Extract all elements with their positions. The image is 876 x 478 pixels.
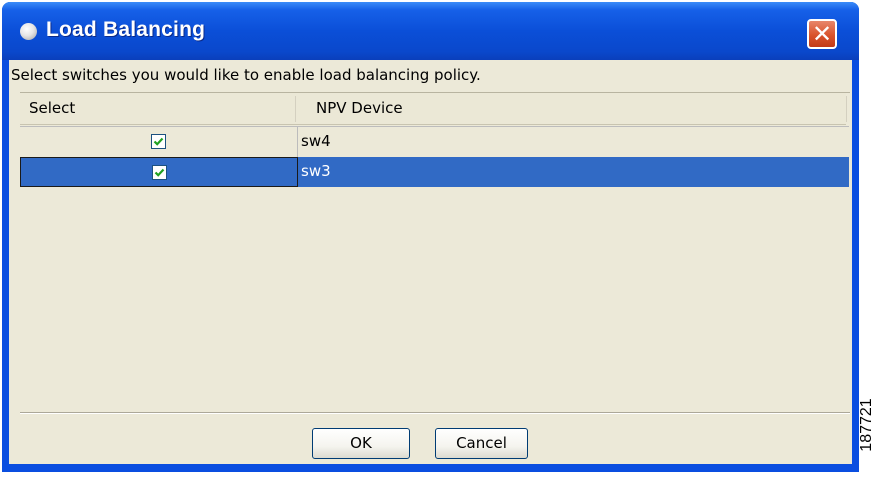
table-row[interactable]: sw3 [20,157,849,187]
app-icon [20,23,37,40]
npv-device-cell[interactable]: sw4 [298,127,849,157]
column-divider[interactable] [295,96,296,122]
column-header-npv-device[interactable]: NPV Device [316,93,403,124]
select-checkbox[interactable] [152,165,167,180]
column-divider[interactable] [846,96,847,122]
dialog-body: Select switches you would like to enable… [9,60,852,464]
select-cell[interactable] [20,127,298,157]
footer-divider-highlight [20,413,850,414]
checkmark-icon [153,137,164,146]
npv-device-cell[interactable]: sw3 [298,157,849,187]
cancel-button[interactable]: Cancel [435,428,528,459]
figure-id-label: 187721 [858,397,875,452]
load-balancing-dialog: Load Balancing ✕ Select switches you wou… [2,2,859,472]
table-header: Select NPV Device [20,93,847,125]
dialog-title: Load Balancing [46,18,206,41]
column-header-select[interactable]: Select [29,93,75,124]
switch-table: Select NPV Device sw4 sw3 [20,92,850,412]
table-row[interactable]: sw4 [20,126,849,158]
title-bar[interactable]: Load Balancing ✕ [2,2,859,60]
close-button[interactable]: ✕ [807,19,837,49]
select-checkbox[interactable] [151,134,166,149]
checkmark-icon [154,168,165,177]
select-cell[interactable] [20,157,298,187]
instruction-text: Select switches you would like to enable… [11,66,481,84]
figure-id: 187721 [856,382,876,467]
ok-button[interactable]: OK [312,428,410,459]
close-icon: ✕ [811,20,833,48]
